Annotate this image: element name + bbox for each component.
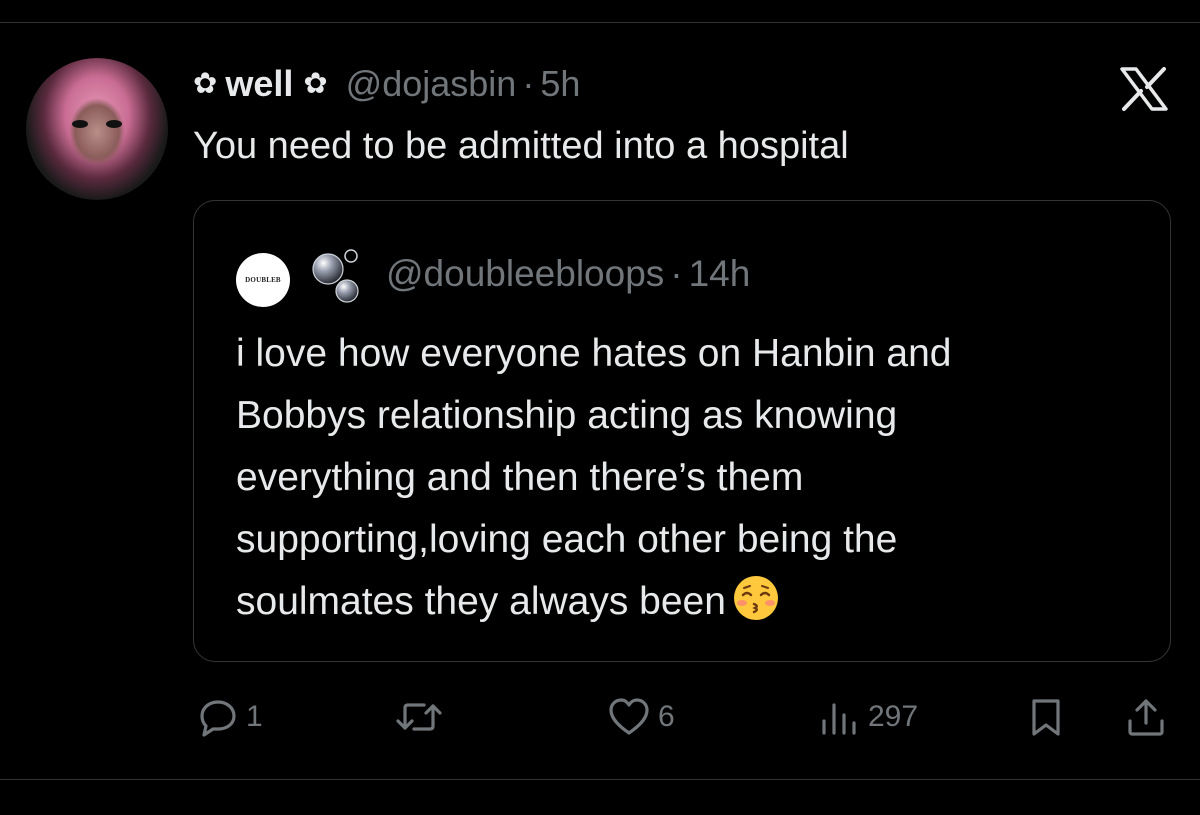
- bookmark-icon: [1032, 699, 1060, 736]
- quoted-avatar-logo-text: DOUBLEB: [245, 276, 281, 284]
- retweet-icon: [396, 703, 442, 731]
- quoted-separator-dot: ·: [670, 253, 683, 294]
- display-name[interactable]: well: [225, 63, 293, 105]
- bubbles-icon: [312, 249, 359, 303]
- quoted-handle[interactable]: @doubleebloops: [386, 253, 664, 295]
- reply-icon: [200, 700, 236, 737]
- quoted-text-body: i love how everyone hates on Hanbin and …: [236, 332, 952, 623]
- quoted-author-avatar[interactable]: DOUBLEB: [236, 253, 290, 307]
- author-avatar[interactable]: [26, 58, 168, 200]
- like-button[interactable]: 6: [606, 690, 675, 744]
- separator-dot: ·: [522, 63, 535, 104]
- views-button[interactable]: 297: [818, 690, 918, 744]
- quoted-tweet[interactable]: DOUBLEB @doubleebloops · 14h i love how …: [193, 200, 1171, 662]
- kissing-face-emoji-icon: [733, 576, 778, 620]
- flower-icon-right: ✿: [303, 67, 328, 100]
- tweet-time[interactable]: 5h: [540, 63, 580, 105]
- avatar-eye-right: [106, 120, 122, 128]
- heart-icon: [609, 698, 649, 735]
- x-logo-icon: [1120, 67, 1168, 111]
- views-chart-icon: [822, 703, 856, 735]
- reply-count: 1: [246, 700, 263, 733]
- bookmark-button[interactable]: [1026, 690, 1066, 744]
- action-bar: 1 6 297: [0, 690, 1200, 744]
- flower-icon-left: ✿: [193, 67, 218, 100]
- quoted-text: i love how everyone hates on Hanbin and …: [236, 323, 1146, 633]
- quoted-time[interactable]: 14h: [689, 253, 751, 295]
- bottom-divider: [0, 779, 1200, 780]
- retweet-button[interactable]: [394, 690, 450, 744]
- share-icon: [1128, 699, 1164, 736]
- tweet-text: You need to be admitted into a hospital: [193, 125, 849, 167]
- like-count: 6: [658, 700, 675, 733]
- views-count: 297: [868, 700, 919, 733]
- top-divider: [0, 22, 1200, 23]
- avatar-eye-left: [72, 120, 88, 128]
- quoted-header: @doubleebloops · 14h: [386, 251, 750, 297]
- tweet-header: ✿ well ✿ @dojasbin · 5h: [193, 62, 580, 106]
- author-handle[interactable]: @dojasbin: [346, 63, 517, 105]
- reply-button[interactable]: 1: [196, 690, 263, 744]
- share-button[interactable]: [1124, 690, 1168, 744]
